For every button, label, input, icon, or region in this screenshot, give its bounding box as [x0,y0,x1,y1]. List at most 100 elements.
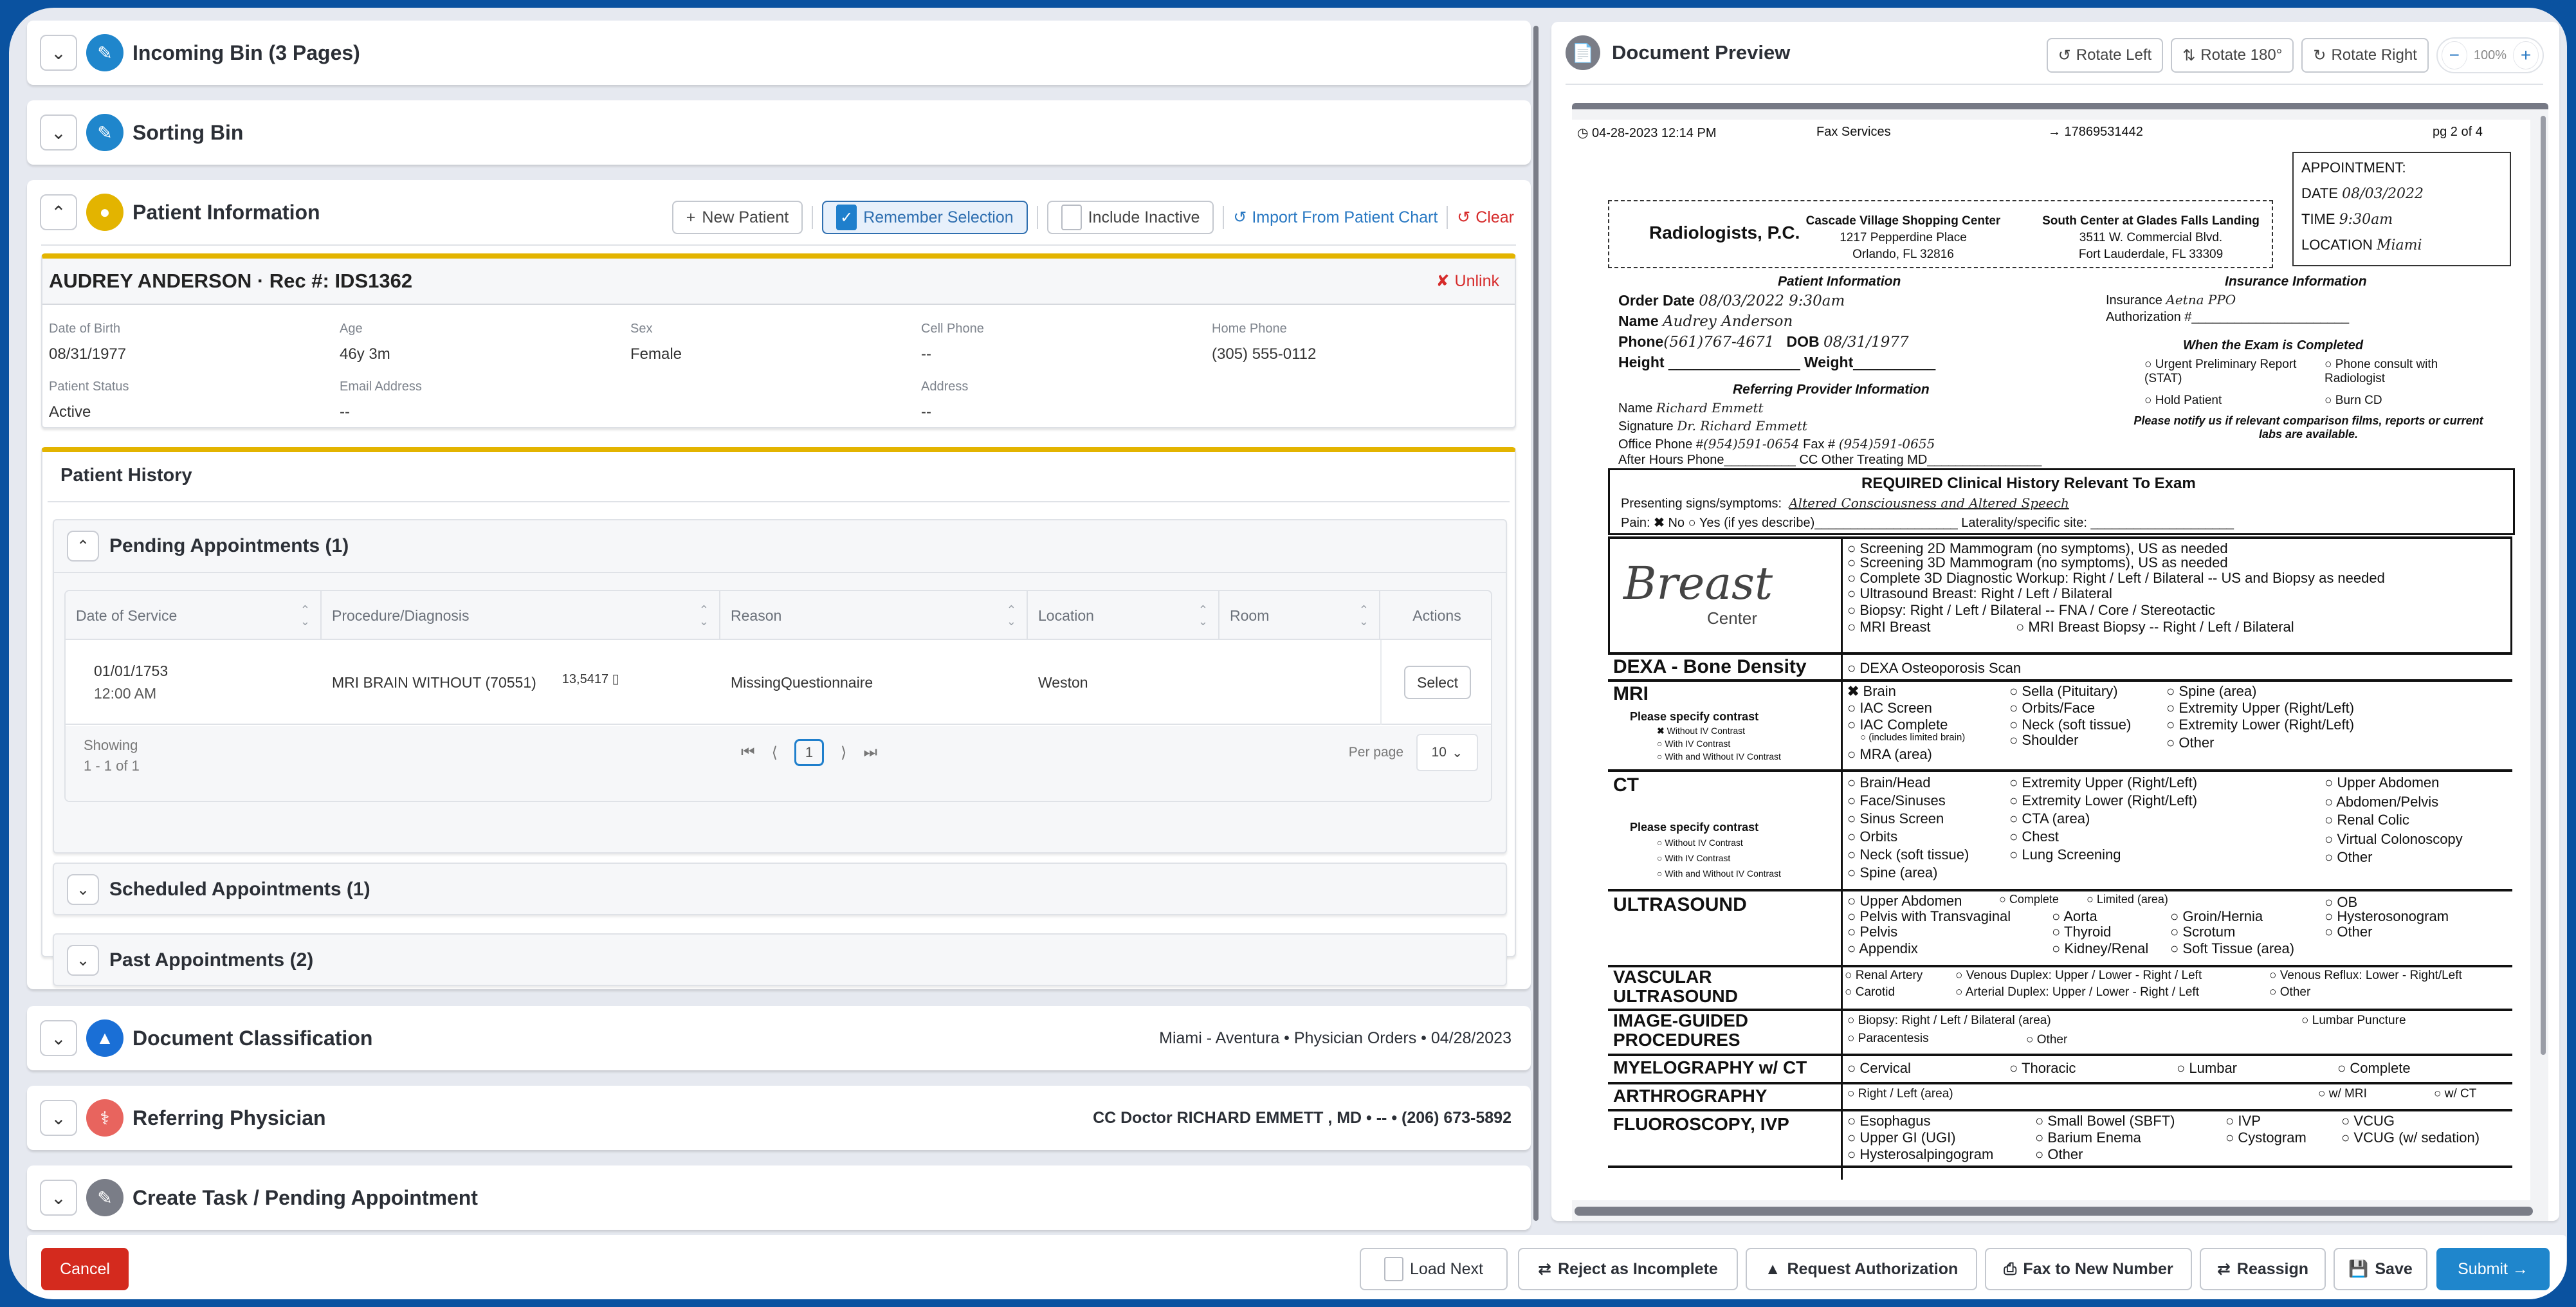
radio-circle-icon: ○ [1955,969,1966,982]
sort-icon[interactable]: ⌃ ⌄ [1359,604,1369,627]
collapse-patient-info-button[interactable]: ⌃ [40,194,77,230]
section-title: Referring Physician [132,1106,326,1129]
document-classification-section: ⌄ ▲ Document Classification Miami - Aven… [27,1006,1531,1070]
column-procedure-diagnosis[interactable]: Procedure/Diagnosis ⌃ ⌄ [322,591,720,640]
opt-label: Abdomen/Pelvis [2336,794,2439,810]
checkbox-icon[interactable] [1061,205,1082,230]
divider [1223,206,1225,229]
button-label: Request Authorization [1787,1259,1959,1278]
form-option: ○ Ultrasound Breast: Right / Left / Bila… [1847,585,2112,602]
expand-referring-physician-button[interactable]: ⌄ [40,1100,77,1136]
opt-label: VCUG (w/ sedation) [2353,1129,2480,1146]
page-number-button[interactable]: 1 [794,739,824,766]
horizontal-scrollbar[interactable] [1575,1207,2533,1216]
expand-create-task-button[interactable]: ⌄ [40,1180,77,1216]
sort-icon[interactable]: ⌃ ⌄ [300,604,310,627]
reassign-button[interactable]: ⇄ Reassign [2200,1248,2326,1290]
value: Altered Consciousness and Altered Speech [1789,495,2069,511]
height-weight-line: Height ________________ Weight__________ [1618,354,1936,370]
last-page-icon[interactable]: ⏭ [863,744,877,762]
image-guided-label: IMAGE-GUIDED PROCEDURES [1613,1011,1748,1050]
form-option: ○ Screening 3D Mammogram (no symptoms), … [1847,554,2228,571]
location-name: Cascade Village Shopping Center [1805,214,2001,228]
per-page-select[interactable]: 10 ⌄ [1416,734,1478,771]
new-patient-button[interactable]: + New Patient [671,201,803,234]
clear-link[interactable]: ↺ Clear [1457,208,1514,227]
zoom-out-button[interactable]: − [2441,41,2467,69]
sort-icon[interactable]: ⌃ ⌄ [1007,604,1016,627]
expand-sorting-bin-button[interactable]: ⌄ [40,114,77,151]
remember-selection-toggle[interactable]: ✓ Remember Selection [822,201,1028,234]
patient-name-header: AUDREY ANDERSON · Rec #: IDS1362 [49,270,413,292]
rotate-left-button[interactable]: ↺ Rotate Left [2046,38,2164,73]
cancel-button[interactable]: Cancel [41,1248,129,1290]
collapse-pending-button[interactable]: ⌃ [67,531,99,562]
expand-scheduled-button[interactable]: ⌄ [67,874,99,905]
load-next-toggle[interactable]: Load Next [1360,1248,1508,1290]
panel-resize-handle[interactable] [1533,26,1539,1221]
request-authorization-button[interactable]: ▲ Request Authorization [1746,1248,1977,1290]
sort-icon[interactable]: ⌃ ⌄ [699,604,709,627]
divider [1566,84,2543,85]
radio-circle-icon: ○ [2009,810,2022,827]
column-date-of-service[interactable]: Date of Service ⌃ ⌄ [66,591,322,640]
form-option: ○ Scrotum [2170,924,2235,940]
ct-section [1608,769,2512,772]
value: Richard Emmett [1656,400,1764,416]
form-option: ○ Lumbar Puncture [2301,1014,2406,1028]
radio-circle-icon: ○ [1847,619,1860,635]
expand-past-button[interactable]: ⌄ [67,945,99,976]
document-viewer[interactable]: ◷ 04-28-2023 12:14 PM Fax Services → 178… [1572,103,2548,1221]
column-location[interactable]: Location ⌃ ⌄ [1028,591,1219,640]
form-option: ○ Shoulder [2009,732,2078,749]
reject-as-incomplete-button[interactable]: ⇄ Reject as Incomplete [1518,1248,1738,1290]
radio-circle-icon: ○ [2337,1060,2350,1076]
opt-label: Thoracic [2022,1060,2076,1076]
fax-to-new-number-button[interactable]: ⎙ Fax to New Number [1985,1248,2192,1290]
location-address: 1217 Pepperdine Place [1840,231,1967,244]
sorting-bin-section: ⌄ ✎ Sorting Bin [27,100,1531,165]
opt-label: Esophagus [1859,1113,1931,1129]
form-option: ○ Extremity Upper (Right/Left) [2009,774,2197,791]
checkbox-checked-icon[interactable]: ✓ [836,205,857,230]
submit-button[interactable]: Submit → [2436,1248,2550,1290]
column-room[interactable]: Room ⌃ ⌄ [1219,591,1380,640]
expand-incoming-bin-button[interactable]: ⌄ [40,35,77,71]
expand-document-classification-button[interactable]: ⌄ [40,1020,77,1056]
opt-label: Biopsy: Right / Left / Bilateral (area) [1858,1014,2051,1027]
service-date: 01/01/1753 [94,663,169,679]
section-title: Document Classification [132,1026,373,1050]
import-from-patient-chart-link[interactable]: ↺ Import From Patient Chart [1233,208,1438,227]
fax-icon: ⎙ [2004,1259,2017,1278]
opt-label: Paracentesis [1858,1032,1929,1045]
zoom-in-button[interactable]: + [2513,41,2539,69]
opt-label: Renal Artery [1855,969,1923,982]
rotate-180-button[interactable]: ⇅ Rotate 180° [2171,38,2294,73]
checkbox-icon[interactable] [1384,1257,1404,1281]
divider [1447,206,1448,229]
rotate-right-button[interactable]: ↻ Rotate Right [2301,38,2429,73]
pain-line: Pain: ✖ No ○ Yes (if yes describe)______… [1621,516,2234,530]
per-page-value: 10 [1431,745,1447,760]
radio-circle-icon: ○ [2009,846,2022,863]
opt-label: Complete [2350,1060,2411,1076]
first-page-icon[interactable]: ⏮ [741,744,755,762]
opt-label: Upper Abdomen [1859,893,1962,909]
select-appointment-button[interactable]: Select [1404,666,1471,699]
pending-appointments-title: Pending Appointments (1) [109,535,349,556]
unlink-button[interactable]: ✘ Unlink [1436,271,1499,291]
next-page-icon[interactable]: ⟩ [841,744,846,762]
prev-page-icon[interactable]: ⟨ [772,744,778,762]
practice-logo: Radiologists, P.C. [1649,223,1800,242]
value: Miami [2376,237,2422,253]
form-option: ○ Complete [2337,1060,2411,1077]
include-inactive-toggle[interactable]: Include Inactive [1046,201,1214,234]
opt-label: Right / Left (area) [1858,1087,1953,1101]
radio-circle-icon: ○ [2166,735,2179,751]
vertical-scrollbar[interactable] [2541,116,2546,1055]
form-option: ○ Sella (Pituitary) [2009,683,2118,700]
save-button[interactable]: 💾 Save [2334,1248,2427,1290]
column-reason[interactable]: Reason ⌃ ⌄ [720,591,1028,640]
sort-icon[interactable]: ⌃ ⌄ [1198,604,1208,627]
unlink-label: Unlink [1454,271,1499,290]
